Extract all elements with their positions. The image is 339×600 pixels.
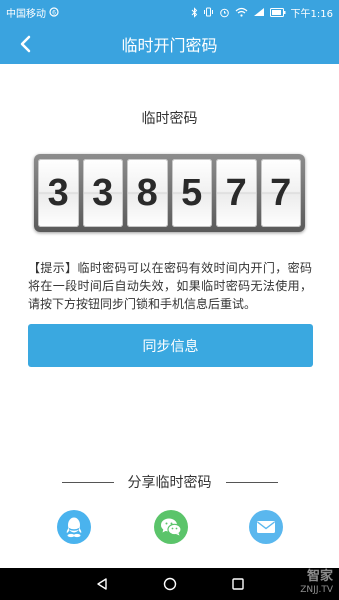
share-email-button[interactable]	[249, 510, 283, 544]
navigation-bar: 智家 ZNJJ.TV	[0, 568, 339, 600]
back-button[interactable]	[10, 24, 40, 64]
tip-text: 【提示】临时密码可以在密码有效时间内开门，密码将在一段时间后自动失效，如果临时密…	[28, 261, 312, 311]
nav-back-button[interactable]	[92, 574, 112, 594]
divider-left	[61, 481, 114, 483]
watermark-line-1: 智家	[306, 569, 333, 584]
divider-right	[225, 481, 278, 483]
sync-button[interactable]: 同步信息	[28, 324, 313, 367]
bluetooth-icon	[191, 6, 198, 18]
carrier-label: 中国移动	[6, 8, 46, 20]
code-digit: 7	[216, 159, 257, 227]
status-bar: 中国移动 6 下午1:16	[0, 0, 339, 24]
battery-icon	[269, 7, 286, 17]
page-title: 临时开门密码	[121, 36, 218, 55]
wechat-icon	[161, 518, 182, 536]
back-arrow-icon	[20, 35, 31, 53]
share-header: 分享临时密码	[0, 472, 339, 492]
signal-icon	[253, 7, 265, 17]
vibrate-icon	[203, 7, 214, 17]
code-digit: 5	[171, 159, 212, 227]
code-display: 3 3 8 5 7 7	[34, 154, 305, 232]
watermark: 智家 ZNJJ.TV	[300, 570, 333, 596]
share-wechat-button[interactable]	[154, 510, 188, 544]
nav-home-button[interactable]	[160, 574, 180, 594]
share-qq-button[interactable]	[57, 510, 91, 544]
email-icon	[257, 521, 275, 533]
square-recents-icon	[232, 578, 244, 590]
code-digit: 3	[38, 159, 79, 227]
circle-home-icon	[163, 577, 177, 591]
code-digit: 7	[260, 159, 301, 227]
alarm-icon	[219, 7, 230, 18]
hd-icon: 6	[49, 7, 59, 17]
svg-text:6: 6	[52, 10, 56, 17]
watermark-line-2: ZNJJ.TV	[300, 585, 333, 595]
code-digit: 3	[82, 159, 123, 227]
clock: 下午1:16	[290, 8, 333, 20]
wifi-icon	[235, 7, 248, 17]
share-title: 分享临时密码	[127, 475, 212, 491]
code-digit: 8	[127, 159, 168, 227]
qq-icon	[66, 517, 82, 538]
code-label: 临时密码	[141, 111, 198, 127]
triangle-back-icon	[97, 578, 107, 590]
nav-recents-button[interactable]	[228, 574, 248, 594]
title-bar: 临时开门密码	[0, 24, 339, 64]
